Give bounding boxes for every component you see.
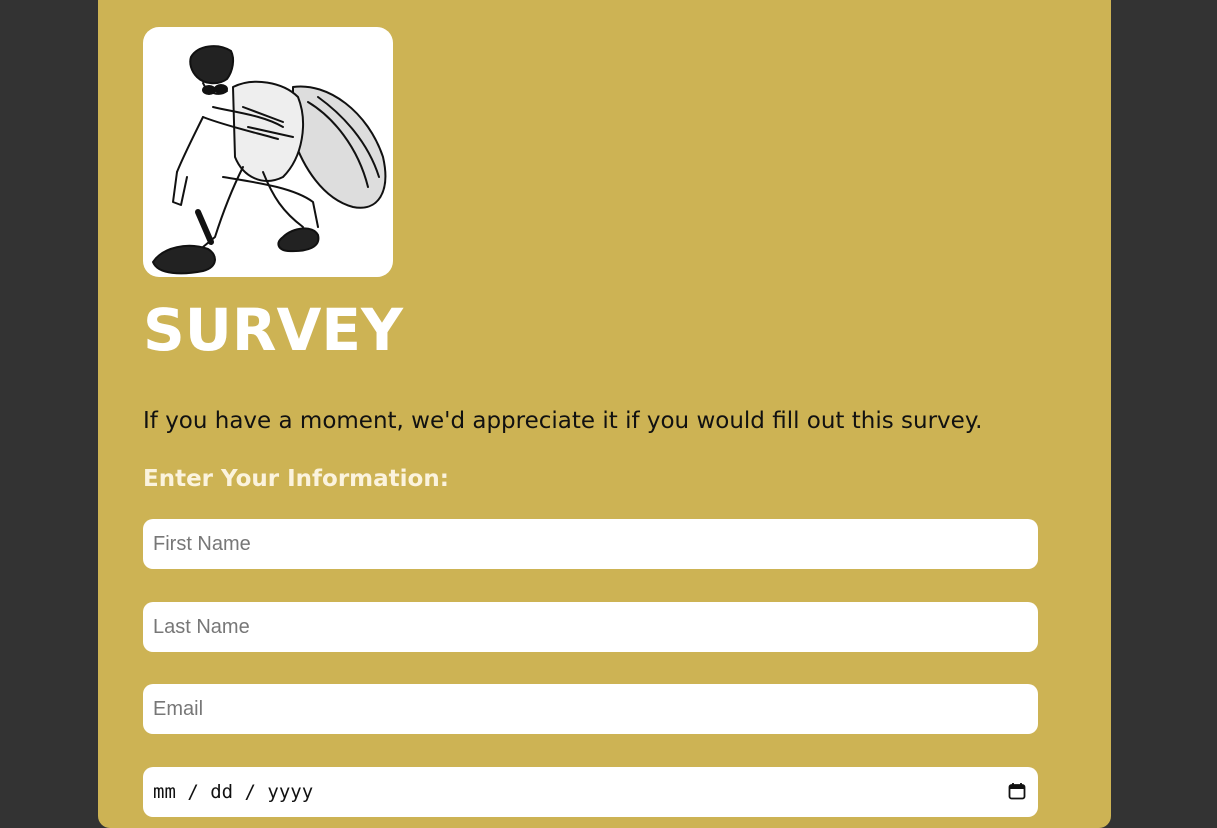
calendar-icon[interactable]	[1008, 782, 1026, 800]
section-label: Enter Your Information:	[143, 466, 449, 492]
avatar-image	[143, 27, 393, 277]
date-placeholder: mm / dd / yyyy	[153, 781, 314, 803]
page-title: SURVEY	[143, 296, 404, 364]
date-input[interactable]: mm / dd / yyyy	[143, 767, 1038, 817]
last-name-input[interactable]	[143, 602, 1038, 652]
sketch-avatar-icon	[152, 45, 387, 275]
survey-card: SURVEY If you have a moment, we'd apprec…	[98, 0, 1111, 828]
first-name-input[interactable]	[143, 519, 1038, 569]
intro-text: If you have a moment, we'd appreciate it…	[143, 408, 983, 434]
email-input[interactable]	[143, 684, 1038, 734]
